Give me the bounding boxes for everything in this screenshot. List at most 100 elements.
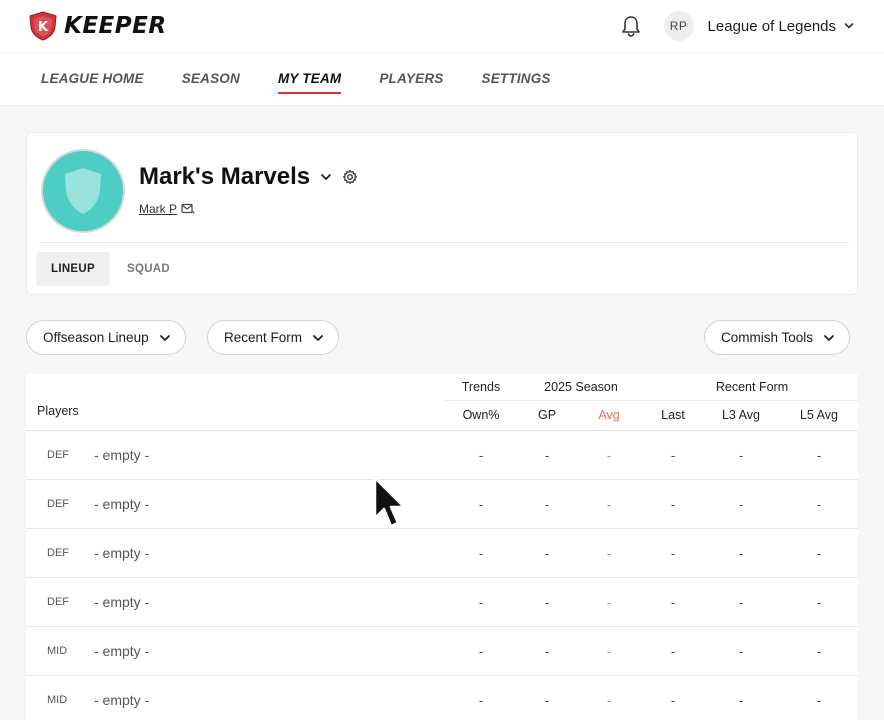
- cell-avg: -: [606, 644, 612, 659]
- table-row[interactable]: DEF - empty - - - - - - -: [26, 431, 858, 480]
- col-header-gp[interactable]: GP: [531, 401, 563, 430]
- cell-gp: -: [544, 644, 550, 659]
- nav-players[interactable]: PLAYERS: [379, 52, 443, 106]
- form-dropdown-label: Recent Form: [224, 330, 303, 345]
- table-row[interactable]: MID - empty - - - - - - -: [26, 627, 858, 676]
- cell-own: -: [478, 546, 484, 561]
- cell-l3-avg: -: [738, 546, 744, 561]
- table-row[interactable]: DEF - empty - - - - - - -: [26, 578, 858, 627]
- main-nav: LEAGUE HOME SEASON MY TEAM PLAYERS SETTI…: [0, 52, 884, 106]
- chevron-down-icon: [844, 23, 854, 29]
- notifications-bell-icon[interactable]: [620, 15, 642, 37]
- league-name: League of Legends: [707, 17, 836, 35]
- position-label: DEF: [47, 498, 69, 510]
- cell-last: -: [670, 595, 676, 610]
- mouse-cursor-icon: [373, 476, 406, 528]
- cell-l5-avg: -: [816, 448, 822, 463]
- team-settings-gear-icon[interactable]: [342, 169, 358, 185]
- cell-own: -: [478, 497, 484, 512]
- nav-my-team[interactable]: MY TEAM: [277, 52, 342, 106]
- col-header-last[interactable]: Last: [655, 401, 691, 430]
- card-divider: [39, 242, 849, 243]
- team-name: Mark's Marvels: [139, 163, 311, 190]
- tab-lineup[interactable]: LINEUP: [36, 252, 110, 286]
- col-header-own[interactable]: Own%: [458, 401, 504, 430]
- chevron-down-icon: [824, 334, 834, 341]
- cell-gp: -: [544, 497, 550, 512]
- team-tabs: LINEUP SQUAD: [36, 252, 185, 286]
- position-label: MID: [47, 645, 68, 657]
- cell-l5-avg: -: [816, 693, 822, 708]
- message-owner-icon[interactable]: [181, 203, 195, 215]
- group-header-season: 2025 Season: [544, 380, 618, 394]
- col-header-l5-avg[interactable]: L5 Avg: [794, 401, 844, 430]
- cell-avg: -: [606, 448, 612, 463]
- position-label: DEF: [47, 449, 69, 461]
- player-slot[interactable]: - empty -: [94, 480, 149, 529]
- cell-last: -: [670, 693, 676, 708]
- league-selector[interactable]: League of Legends: [708, 18, 854, 35]
- player-slot[interactable]: - empty -: [94, 578, 149, 627]
- table-row[interactable]: DEF - empty - - - - - - -: [26, 480, 858, 529]
- position-label: DEF: [47, 547, 69, 559]
- lineup-dropdown[interactable]: Offseason Lineup: [26, 320, 186, 355]
- cell-own: -: [478, 448, 484, 463]
- cell-l3-avg: -: [738, 448, 744, 463]
- svg-text:K: K: [38, 20, 49, 35]
- cell-last: -: [670, 644, 676, 659]
- team-switch-chevron-icon[interactable]: [320, 172, 332, 182]
- logo-text: KEEPER: [64, 13, 167, 39]
- cell-own: -: [478, 595, 484, 610]
- player-slot[interactable]: - empty -: [94, 529, 149, 578]
- cell-avg: -: [606, 693, 612, 708]
- tab-squad[interactable]: SQUAD: [112, 252, 185, 286]
- form-dropdown[interactable]: Recent Form: [207, 320, 340, 355]
- cell-avg: -: [606, 595, 612, 610]
- lineup-dropdown-label: Offseason Lineup: [43, 330, 149, 345]
- table-row[interactable]: DEF - empty - - - - - - -: [26, 529, 858, 578]
- top-bar: K KEEPER RP League of Legends: [0, 0, 884, 52]
- cell-l3-avg: -: [738, 595, 744, 610]
- cell-l5-avg: -: [816, 644, 822, 659]
- owner-link[interactable]: Mark P: [139, 202, 177, 216]
- cell-l5-avg: -: [816, 595, 822, 610]
- cell-gp: -: [544, 595, 550, 610]
- cell-l3-avg: -: [738, 693, 744, 708]
- cell-last: -: [670, 546, 676, 561]
- col-header-avg[interactable]: Avg: [592, 401, 626, 430]
- player-slot[interactable]: - empty -: [94, 676, 149, 720]
- team-card: Mark's Marvels Mark P LINEUP SQUAD: [26, 132, 858, 295]
- cell-last: -: [670, 497, 676, 512]
- position-label: DEF: [47, 596, 69, 608]
- table-row[interactable]: MID - empty - - - - - - -: [26, 676, 858, 720]
- player-slot[interactable]: - empty -: [94, 431, 149, 480]
- cell-gp: -: [544, 546, 550, 561]
- cell-l3-avg: -: [738, 644, 744, 659]
- cell-avg: -: [606, 546, 612, 561]
- cell-l5-avg: -: [816, 546, 822, 561]
- chevron-down-icon: [313, 334, 323, 341]
- logo[interactable]: K KEEPER: [28, 11, 167, 41]
- cell-avg: -: [606, 497, 612, 512]
- keeper-shield-icon: K: [29, 11, 57, 41]
- chevron-down-icon: [159, 334, 170, 341]
- group-header-recent-form: Recent Form: [715, 380, 789, 394]
- player-slot[interactable]: - empty -: [94, 627, 149, 676]
- col-header-l3-avg[interactable]: L3 Avg: [716, 401, 766, 430]
- cell-own: -: [478, 693, 484, 708]
- nav-settings[interactable]: SETTINGS: [482, 52, 551, 106]
- group-header-trends: Trends: [461, 380, 501, 394]
- commish-tools-button[interactable]: Commish Tools: [704, 320, 851, 355]
- cell-own: -: [478, 644, 484, 659]
- team-shield-icon: [65, 168, 101, 214]
- nav-league-home[interactable]: LEAGUE HOME: [41, 52, 144, 106]
- nav-season[interactable]: SEASON: [182, 52, 240, 106]
- commish-tools-label: Commish Tools: [721, 330, 814, 345]
- players-header: Players: [37, 404, 79, 418]
- position-label: MID: [47, 694, 68, 706]
- cell-last: -: [670, 448, 676, 463]
- cell-l3-avg: -: [738, 497, 744, 512]
- team-avatar[interactable]: [41, 149, 125, 233]
- user-avatar[interactable]: RP: [663, 11, 694, 41]
- cell-gp: -: [544, 693, 550, 708]
